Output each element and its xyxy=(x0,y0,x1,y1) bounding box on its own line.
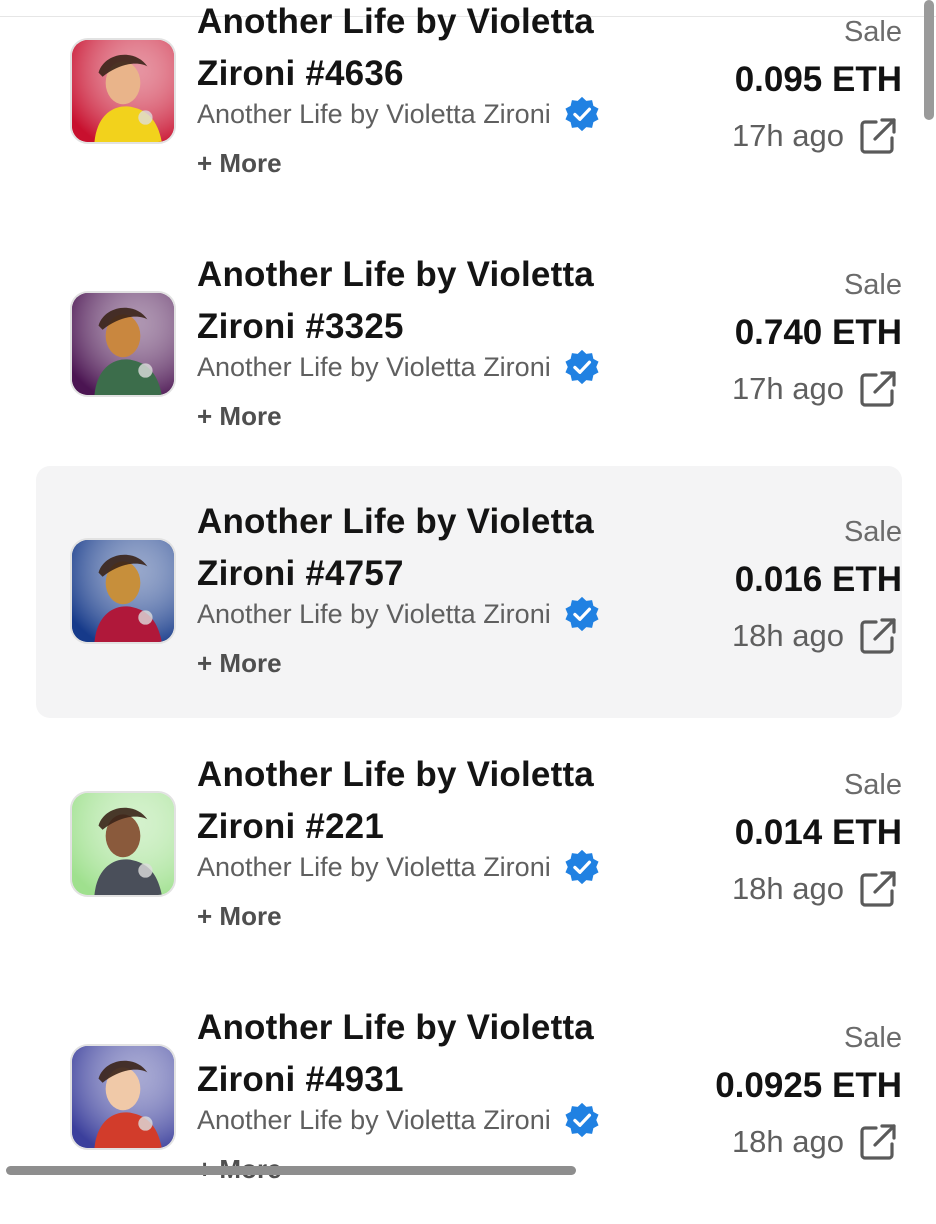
collection-name: Another Life by Violetta Zironi xyxy=(197,851,551,882)
external-link-icon[interactable] xyxy=(858,869,898,909)
collection-name: Another Life by Violetta Zironi xyxy=(197,98,551,129)
verified-badge-icon xyxy=(563,348,601,386)
collection-link[interactable]: Another Life by Violetta Zironi xyxy=(197,849,601,885)
nft-title-line-2: Zironi #4757 xyxy=(197,554,404,593)
external-link-icon[interactable] xyxy=(858,369,898,409)
nft-title-line-1: Another Life by Violetta xyxy=(197,255,594,294)
time-row: 18h ago xyxy=(732,869,898,909)
event-type: Sale xyxy=(843,16,902,48)
collection-name: Another Life by Violetta Zironi xyxy=(197,1104,551,1135)
external-link-icon[interactable] xyxy=(858,1122,898,1162)
verified-badge-icon xyxy=(563,1101,601,1139)
more-button[interactable]: + More xyxy=(197,901,282,932)
collection-link[interactable]: Another Life by Violetta Zironi xyxy=(197,596,601,632)
row-meta: Sale 0.016 ETH 18h ago xyxy=(602,466,902,718)
timestamp: 17h ago xyxy=(731,118,844,153)
activity-row[interactable]: Another Life by Violetta Zironi #4931 An… xyxy=(36,972,902,1224)
external-link-icon[interactable] xyxy=(858,116,898,156)
activity-list: Another Life by Violetta Zironi #4636 An… xyxy=(0,0,936,1200)
event-type: Sale xyxy=(843,1022,902,1054)
time-row: 17h ago xyxy=(732,116,898,156)
row-meta: Sale 0.014 ETH 18h ago xyxy=(602,719,902,971)
activity-row[interactable]: Another Life by Violetta Zironi #4757 An… xyxy=(36,466,902,718)
row-meta: Sale 0.0925 ETH 18h ago xyxy=(602,972,902,1224)
verified-badge-icon xyxy=(563,95,601,133)
nft-title-line-2: Zironi #4931 xyxy=(197,1060,404,1099)
nft-title-link[interactable]: Another Life by Violetta Zironi #3325 xyxy=(197,249,637,353)
activity-row[interactable]: Another Life by Violetta Zironi #221 Ano… xyxy=(36,719,902,971)
verified-badge-icon xyxy=(563,848,601,886)
nft-thumbnail[interactable] xyxy=(70,38,176,144)
timestamp: 18h ago xyxy=(731,618,844,653)
collection-link[interactable]: Another Life by Violetta Zironi xyxy=(197,1102,601,1138)
sale-price: 0.0925 ETH xyxy=(715,1066,902,1105)
event-type: Sale xyxy=(843,516,902,548)
timestamp: 18h ago xyxy=(731,871,844,906)
activity-row[interactable]: Another Life by Violetta Zironi #4636 An… xyxy=(36,0,902,218)
nft-title-line-2: Zironi #4636 xyxy=(197,54,404,93)
timestamp: 17h ago xyxy=(731,371,844,406)
more-button[interactable]: + More xyxy=(197,148,282,179)
more-button[interactable]: + More xyxy=(197,648,282,679)
nft-title-line-1: Another Life by Violetta xyxy=(197,1008,594,1047)
event-type: Sale xyxy=(843,269,902,301)
nft-title-link[interactable]: Another Life by Violetta Zironi #4757 xyxy=(197,496,637,600)
sale-price: 0.014 ETH xyxy=(734,813,902,852)
collection-name: Another Life by Violetta Zironi xyxy=(197,598,551,629)
sale-price: 0.016 ETH xyxy=(734,560,902,599)
sale-price: 0.740 ETH xyxy=(734,313,902,352)
sale-price: 0.095 ETH xyxy=(734,60,902,99)
collection-link[interactable]: Another Life by Violetta Zironi xyxy=(197,96,601,132)
nft-title-link[interactable]: Another Life by Violetta Zironi #4931 xyxy=(197,1002,637,1106)
nft-title-link[interactable]: Another Life by Violetta Zironi #4636 xyxy=(197,0,637,100)
row-meta: Sale 0.095 ETH 17h ago xyxy=(602,0,902,218)
nft-thumbnail[interactable] xyxy=(70,291,176,397)
activity-row[interactable]: Another Life by Violetta Zironi #3325 An… xyxy=(36,219,902,471)
time-row: 17h ago xyxy=(732,369,898,409)
nft-title-link[interactable]: Another Life by Violetta Zironi #221 xyxy=(197,749,637,853)
nft-thumbnail[interactable] xyxy=(70,791,176,897)
collection-name: Another Life by Violetta Zironi xyxy=(197,351,551,382)
nft-title-line-2: Zironi #221 xyxy=(197,807,384,846)
nft-title-line-2: Zironi #3325 xyxy=(197,307,404,346)
event-type: Sale xyxy=(843,769,902,801)
collection-link[interactable]: Another Life by Violetta Zironi xyxy=(197,349,601,385)
horizontal-scrollbar[interactable] xyxy=(6,1166,576,1175)
time-row: 18h ago xyxy=(732,1122,898,1162)
nft-title-line-1: Another Life by Violetta xyxy=(197,755,594,794)
row-meta: Sale 0.740 ETH 17h ago xyxy=(602,219,902,471)
time-row: 18h ago xyxy=(732,616,898,656)
more-button[interactable]: + More xyxy=(197,401,282,432)
vertical-scrollbar[interactable] xyxy=(924,0,934,120)
nft-thumbnail[interactable] xyxy=(70,538,176,644)
nft-title-line-1: Another Life by Violetta xyxy=(197,502,594,541)
nft-title-line-1: Another Life by Violetta xyxy=(197,2,594,41)
nft-thumbnail[interactable] xyxy=(70,1044,176,1150)
external-link-icon[interactable] xyxy=(858,616,898,656)
timestamp: 18h ago xyxy=(731,1124,844,1159)
verified-badge-icon xyxy=(563,595,601,633)
